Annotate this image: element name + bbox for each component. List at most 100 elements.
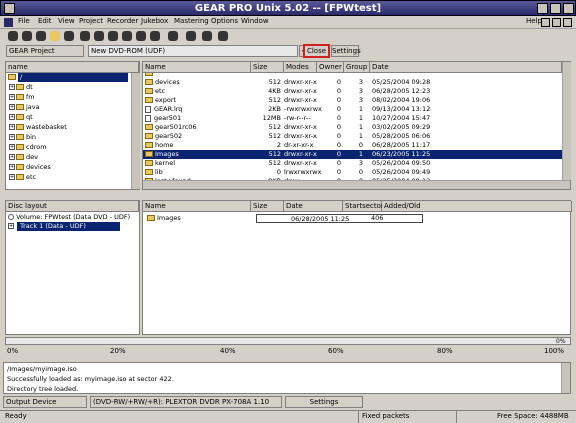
file-group: 0 [358, 168, 363, 176]
file-modes: drwxr-xr-x [284, 96, 317, 104]
col-date[interactable]: Date [370, 62, 562, 73]
expand-icon[interactable]: + [9, 174, 15, 180]
col-size[interactable]: Size [251, 62, 284, 73]
menu-options[interactable]: Options [211, 17, 238, 25]
minimize-icon[interactable] [537, 3, 548, 14]
file-row[interactable]: gear501rc06 512 drwxr-xr-x 0 1 03/02/2005 09:… [143, 123, 562, 132]
file-size: 0 [276, 168, 281, 176]
expand-icon[interactable]: + [9, 164, 15, 170]
menu-window[interactable]: Window [241, 17, 269, 25]
open-icon[interactable] [22, 31, 32, 41]
files-hscrollbar[interactable] [143, 180, 570, 189]
mdi-close-icon[interactable] [563, 18, 572, 27]
tool-icon-10[interactable] [218, 31, 228, 41]
file-row[interactable]: lib 0 lrwxrwxrwx 0 0 05/26/2004 09:49 [143, 168, 562, 177]
disc-col-date[interactable]: Date [284, 201, 343, 212]
folder-icon[interactable] [50, 31, 60, 41]
tool-icon-5[interactable] [136, 31, 146, 41]
disc-col-added[interactable]: Added/Old [382, 201, 572, 212]
tool-icon-4[interactable] [122, 31, 132, 41]
track-label: Track 1 (Data - UDF) [17, 222, 121, 231]
track-item[interactable]: + Track 1 (Data - UDF) [6, 222, 139, 231]
folder-icon [145, 79, 153, 85]
menu-mastering[interactable]: Mastering [174, 17, 209, 25]
file-row[interactable]: kernel 512 drwxr-xr-x 0 3 05/26/2004 09:50 [143, 159, 562, 168]
close-window-icon[interactable] [563, 3, 574, 14]
expand-icon[interactable]: + [9, 154, 15, 160]
mdi-minimize-icon[interactable] [541, 18, 550, 27]
device-select[interactable]: (DVD-RW/+RW/+R): PLEXTOR DVDR PX-708A 1.… [90, 396, 282, 408]
log-scrollbar[interactable] [561, 363, 570, 393]
file-modes: drwxr-xr-x [284, 159, 317, 167]
file-row[interactable]: home 2 dr-xr-xr-x 0 0 06/28/2005 11:17 [143, 141, 562, 150]
tool-icon-9[interactable] [202, 31, 212, 41]
project-settings-button[interactable]: Settings [331, 45, 361, 57]
window-menu-icon[interactable] [4, 3, 15, 14]
files-scrollbar[interactable] [562, 62, 571, 180]
tree-item[interactable]: + dt [6, 83, 130, 92]
file-row[interactable]: gear502 512 drwxr-xr-x 0 1 05/28/2005 06:06 [143, 132, 562, 141]
tool-icon-1[interactable] [80, 31, 90, 41]
tree-item[interactable]: + fm [6, 93, 130, 102]
col-owner[interactable]: Owner [317, 62, 344, 73]
file-modes: drwxr-xr-x [284, 87, 317, 95]
expand-icon[interactable]: + [9, 104, 15, 110]
expand-icon[interactable]: + [8, 223, 14, 229]
mdi-restore-icon[interactable] [552, 18, 561, 27]
file-date: 03/02/2005 09:29 [372, 123, 431, 131]
save-icon[interactable] [36, 31, 46, 41]
tool-icon-3[interactable] [108, 31, 118, 41]
print-icon[interactable] [64, 31, 74, 41]
tool-icon-2[interactable] [94, 31, 104, 41]
tree-scrollbar[interactable] [131, 73, 140, 189]
menu-recorder[interactable]: Recorder [107, 17, 138, 25]
tree-item[interactable]: + etc [6, 173, 130, 182]
tree-item[interactable]: + devices [6, 163, 130, 172]
disc-file-startsector: 406 [371, 214, 384, 222]
expand-icon[interactable]: + [9, 94, 15, 100]
menu-help[interactable]: Help [526, 17, 542, 25]
disc-type-select[interactable]: New DVD-ROM (UDF) [88, 45, 298, 57]
menu-jukebox[interactable]: Jukebox [141, 17, 168, 25]
col-modes[interactable]: Modes [284, 62, 317, 73]
tree-item[interactable]: + wastebasket [6, 123, 130, 132]
tree-item[interactable]: + bin [6, 133, 130, 142]
expand-icon[interactable]: + [9, 124, 15, 130]
disc-col-name[interactable]: Name [143, 201, 251, 212]
close-project-button[interactable]: Close [303, 44, 330, 58]
menu-view[interactable]: View [58, 17, 75, 25]
disc-file-row[interactable]: Images 06/28/2005 11:25 406 [143, 214, 570, 223]
volume-item[interactable]: Volume: FPWtest (Data DVD - UDF) [6, 213, 139, 222]
disc-col-size[interactable]: Size [251, 201, 284, 212]
file-row[interactable]: export 512 drwxr-xr-x 0 3 08/02/2004 19:06 [143, 96, 562, 105]
tree-item[interactable]: + qt [6, 113, 130, 122]
expand-icon[interactable]: + [9, 134, 15, 140]
disc-col-startsector[interactable]: Startsector [343, 201, 384, 212]
tool-icon-8[interactable] [186, 31, 196, 41]
expand-icon[interactable]: + [9, 114, 15, 120]
tree-item[interactable]: / [6, 73, 130, 82]
tree-item[interactable]: + dev [6, 153, 130, 162]
menu-project[interactable]: Project [79, 17, 103, 25]
maximize-icon[interactable] [550, 3, 561, 14]
tool-icon-6[interactable] [150, 31, 160, 41]
menu-edit[interactable]: Edit [38, 17, 52, 25]
tree-item[interactable]: + cdrom [6, 143, 130, 152]
file-row[interactable]: Images 512 drwxr-xr-x 0 1 06/23/2005 11:25 [143, 150, 562, 159]
new-icon[interactable] [8, 31, 18, 41]
file-row[interactable]: GEAR.lrq 2KB -rwxrwxrwx 0 1 09/13/2004 13:12 [143, 105, 562, 114]
file-row[interactable]: etc 4KB drwxr-xr-x 0 3 06/28/2005 12:23 [143, 87, 562, 96]
col-group[interactable]: Group [344, 62, 370, 73]
file-row[interactable]: devices 512 drwxr-xr-x 0 3 05/25/2004 09:28 [143, 78, 562, 87]
tree-item[interactable]: + java [6, 103, 130, 112]
tree-item-label: cdrom [26, 143, 47, 151]
expand-icon[interactable]: + [9, 144, 15, 150]
disc-files-panel: Name Size Date Startsector Added/Old Ima… [142, 200, 572, 335]
col-name[interactable]: Name [143, 62, 251, 73]
scale-40: 40% [220, 347, 236, 355]
device-settings-button[interactable]: Settings [285, 396, 363, 408]
file-row[interactable]: gear501 12MB -rw-r--r-- 0 1 10/27/2004 15:47 [143, 114, 562, 123]
expand-icon[interactable]: + [9, 84, 15, 90]
menu-file[interactable]: File [18, 17, 30, 25]
tool-icon-7[interactable] [168, 31, 178, 41]
